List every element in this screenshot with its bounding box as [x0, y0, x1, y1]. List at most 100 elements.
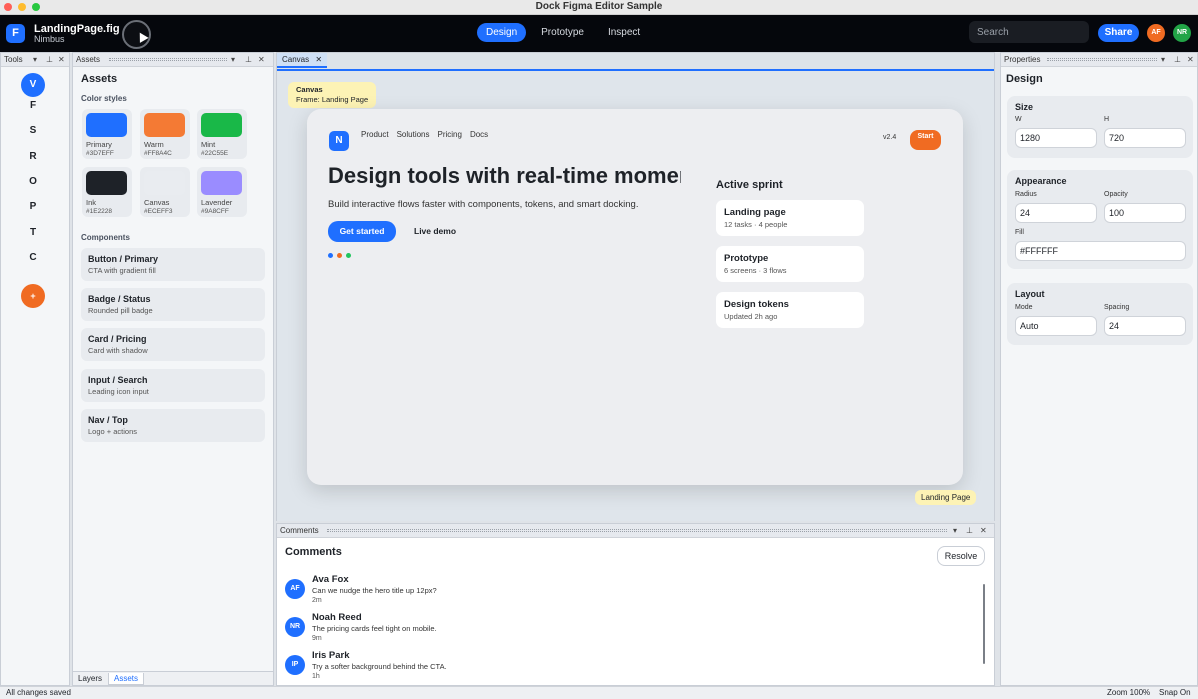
layout-title: Layout [1015, 289, 1045, 299]
comments-panel-header: Comments ▾ ⊥ ✕ [277, 524, 994, 538]
color-style-ink[interactable]: Ink #1E2228 [82, 167, 132, 217]
color-swatch [201, 113, 242, 137]
mode-prototype-tab[interactable]: Prototype [532, 23, 593, 42]
appearance-group: Appearance Radius 24 Opacity 100 Fill #F… [1007, 170, 1193, 269]
color-style-mint[interactable]: Mint #22C55E [197, 109, 247, 159]
fill-field[interactable]: #FFFFFF [1015, 241, 1186, 261]
tab-assets[interactable]: Assets [108, 673, 145, 685]
canvas-tag-title: Canvas [296, 85, 323, 94]
tools-panel-header: Tools ▾ ⊥ ✕ [1, 53, 69, 67]
avatar[interactable]: NR [1173, 24, 1191, 42]
assets-panel-header: Assets ▾ ⊥ ✕ [73, 53, 273, 67]
nav-link-pricing[interactable]: Pricing [438, 130, 462, 139]
drag-handle[interactable] [1047, 58, 1157, 61]
sprint-item-meta: Updated 2h ago [724, 312, 778, 321]
comments-scrollbar[interactable] [983, 584, 985, 664]
tool-rectangle[interactable]: R [21, 145, 45, 169]
color-style-lavender[interactable]: Lavender #9A8CFF [197, 167, 247, 217]
close-icon[interactable]: ✕ [315, 55, 322, 64]
size-group: Size W 1280 H 720 [1007, 96, 1193, 158]
pagination-dot[interactable] [328, 253, 333, 258]
canvas-tag-subtitle: Frame: Landing Page [296, 95, 369, 104]
appearance-title: Appearance [1015, 176, 1067, 186]
close-icon[interactable]: ✕ [58, 53, 65, 66]
frame-logo: N [329, 131, 349, 151]
close-icon[interactable]: ✕ [1187, 53, 1194, 66]
tool-comment[interactable]: C [21, 246, 45, 270]
share-button[interactable]: Share [1098, 24, 1139, 42]
component-nav-top[interactable]: Nav / Top Logo + actions [81, 409, 265, 442]
resolve-button[interactable]: Resolve [937, 546, 985, 566]
mode-field[interactable]: Auto [1015, 316, 1097, 336]
tools-panel-title: Tools [4, 55, 23, 64]
search-input[interactable] [969, 21, 1089, 43]
pin-icon[interactable]: ⊥ [966, 524, 973, 537]
swatch-name: Mint [201, 140, 216, 149]
start-button[interactable]: Start [910, 130, 941, 150]
live-demo-button[interactable]: Live demo [414, 221, 456, 242]
landing-page-frame[interactable]: N Product Solutions Pricing Docs v2.4 St… [307, 109, 963, 485]
tab-canvas[interactable]: Canvas ✕ [277, 53, 328, 68]
drag-handle[interactable] [109, 58, 227, 61]
avatar: AF [285, 579, 305, 599]
width-field[interactable]: 1280 [1015, 128, 1097, 148]
opacity-field[interactable]: 100 [1104, 203, 1186, 223]
nav-link-docs[interactable]: Docs [470, 130, 488, 139]
sprint-card[interactable]: Prototype 6 screens · 3 flows [716, 246, 864, 282]
sprint-card[interactable]: Landing page 12 tasks · 4 people [716, 200, 864, 236]
component-input-search[interactable]: Input / Search Leading icon input [81, 369, 265, 402]
pagination-dot[interactable] [337, 253, 342, 258]
add-tool-button[interactable]: + [21, 284, 45, 308]
color-style-primary[interactable]: Primary #3D7EFF [82, 109, 132, 159]
close-icon[interactable]: ✕ [980, 524, 987, 537]
chevron-down-icon[interactable]: ▾ [1161, 53, 1165, 66]
height-field[interactable]: 720 [1104, 128, 1186, 148]
sprint-item-name: Design tokens [724, 299, 789, 310]
drag-handle[interactable] [327, 529, 947, 532]
component-button-primary[interactable]: Button / Primary CTA with gradient fill [81, 248, 265, 281]
assets-heading: Assets [81, 73, 118, 85]
window-title-bar: Dock Figma Editor Sample [0, 0, 1198, 15]
tab-layers[interactable]: Layers [73, 673, 107, 685]
tool-ellipse[interactable]: O [21, 170, 45, 194]
comments-panel: Comments ▾ ⊥ ✕ Comments Resolve AF Ava F… [276, 523, 995, 686]
color-style-warm[interactable]: Warm #FF8A4C [140, 109, 190, 159]
tool-shape[interactable]: S [21, 119, 45, 143]
tool-pen[interactable]: P [21, 195, 45, 219]
chevron-down-icon[interactable]: ▾ [33, 53, 37, 66]
pagination-dot[interactable] [346, 253, 351, 258]
color-style-canvas[interactable]: Canvas #ECEFF3 [140, 167, 190, 217]
assets-panel: Assets ▾ ⊥ ✕ Assets Color styles Primary… [72, 52, 274, 686]
properties-panel-header: Properties ▾ ⊥ ✕ [1001, 53, 1197, 67]
layout-group: Layout Mode Auto Spacing 24 [1007, 283, 1193, 345]
snap-toggle[interactable]: Snap On [1159, 687, 1191, 699]
chevron-down-icon[interactable]: ▾ [953, 524, 957, 537]
app-logo[interactable]: F [6, 24, 25, 43]
canvas-area[interactable]: Canvas Frame: Landing Page N Product Sol… [277, 69, 994, 521]
nav-link-product[interactable]: Product [361, 130, 389, 139]
avatar[interactable]: AF [1147, 24, 1165, 42]
zoom-level[interactable]: Zoom 100% [1107, 687, 1150, 699]
color-styles-label: Color styles [81, 94, 127, 103]
tool-text[interactable]: T [21, 221, 45, 245]
color-swatch [144, 171, 185, 195]
nav-link-solutions[interactable]: Solutions [397, 130, 430, 139]
mode-design-tab[interactable]: Design [477, 23, 527, 42]
sprint-card[interactable]: Design tokens Updated 2h ago [716, 292, 864, 328]
pin-icon[interactable]: ⊥ [1174, 53, 1181, 66]
mode-inspect-tab[interactable]: Inspect [599, 23, 649, 42]
pin-icon[interactable]: ⊥ [245, 53, 252, 66]
radius-field[interactable]: 24 [1015, 203, 1097, 223]
tool-frame[interactable]: F [21, 94, 45, 118]
get-started-button[interactable]: Get started [328, 221, 396, 242]
spacing-field[interactable]: 24 [1104, 316, 1186, 336]
comment-text: The pricing cards feel tight on mobile. [312, 624, 437, 633]
component-badge-status[interactable]: Badge / Status Rounded pill badge [81, 288, 265, 321]
color-swatch [201, 171, 242, 195]
sprint-item-name: Landing page [724, 207, 786, 218]
pin-icon[interactable]: ⊥ [46, 53, 53, 66]
swatch-name: Warm [144, 140, 164, 149]
chevron-down-icon[interactable]: ▾ [231, 53, 235, 66]
close-icon[interactable]: ✕ [258, 53, 265, 66]
component-card-pricing[interactable]: Card / Pricing Card with shadow [81, 328, 265, 361]
